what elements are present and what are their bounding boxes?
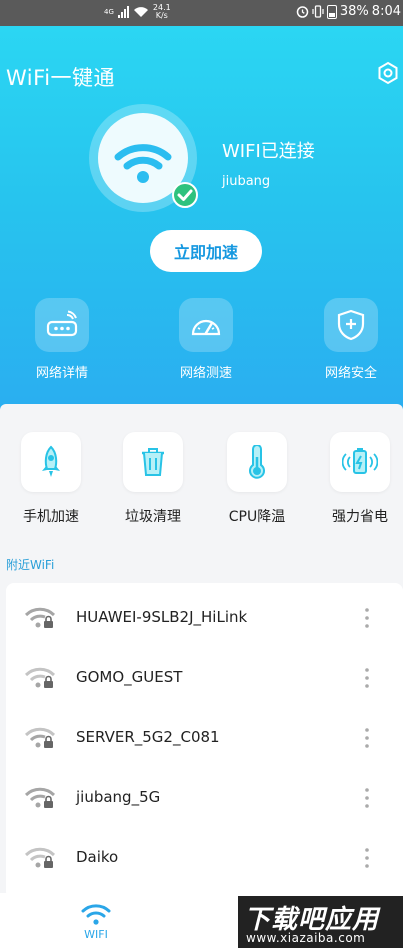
feature-label: 手机加速 [23,509,79,525]
battery-icon [326,4,337,19]
speed-unit: K/s [155,11,168,20]
settings-icon[interactable] [376,61,400,85]
wifi-name: GOMO_GUEST [76,668,183,686]
feature-label: 垃圾清理 [125,509,181,525]
tool-network-security[interactable]: 网络安全 [311,298,391,381]
status-right: 38% 8:04 [296,4,401,19]
nearby-wifi-list: HUAWEI-9SLB2J_HiLink GOMO_GUEST SERVER_5… [6,583,403,899]
more-vertical-icon[interactable] [362,787,372,809]
network-type-label: 4G [104,8,114,16]
feature-power-save[interactable]: 强力省电 [320,432,400,526]
network-speed: 24.1 K/s [153,4,171,20]
wifi-locked-icon [24,667,56,688]
nav-tab-wifi[interactable]: WIFI [76,901,116,941]
status-left: 4G 24.1 K/s [104,4,171,20]
wifi-name: jiubang_5G [76,788,161,806]
wifi-locked-icon [24,607,56,628]
alarm-icon [296,6,309,18]
wifi-name: SERVER_5G2_C081 [76,728,220,746]
connection-status: WIFI已连接 [222,141,315,162]
router-icon [35,298,89,352]
more-vertical-icon[interactable] [362,847,372,869]
status-bar: 4G 24.1 K/s 38% 8:04 [0,0,403,26]
feature-cpu-cool[interactable]: CPU降温 [217,432,297,526]
speedometer-icon [179,298,233,352]
feature-label: 强力省电 [332,509,388,525]
battery-saver-icon [330,432,390,492]
wifi-list-item[interactable]: jiubang_5G [6,767,403,827]
wifi-list-item[interactable]: HUAWEI-9SLB2J_HiLink [6,587,403,647]
wifi-list-item[interactable]: GOMO_GUEST [6,647,403,707]
boost-button[interactable]: 立即加速 [150,230,262,272]
watermark-url: www.xiazaiba.com [246,931,366,945]
tool-label: 网络测速 [179,366,232,381]
clock: 8:04 [371,4,401,19]
feature-phone-boost[interactable]: 手机加速 [11,432,91,526]
wifi-locked-icon [24,847,56,868]
nearby-wifi-heading: 附近WiFi [6,558,55,572]
wifi-locked-icon [24,727,56,748]
wifi-list-item[interactable]: SERVER_5G2_C081 [6,707,403,767]
app-title: WiFi一键通 [6,66,116,90]
connected-ssid: jiubang [222,174,271,189]
more-vertical-icon[interactable] [362,667,372,689]
more-vertical-icon[interactable] [362,607,372,629]
wifi-tab-icon [81,904,111,925]
tool-label: 网络详情 [35,366,88,381]
battery-percent: 38% [339,4,369,19]
feature-label: CPU降温 [228,509,286,525]
trash-icon [123,432,183,492]
thermometer-icon [227,432,287,492]
vibrate-icon [312,5,324,18]
more-vertical-icon[interactable] [362,727,372,749]
feature-junk-clean[interactable]: 垃圾清理 [113,432,193,526]
wifi-locked-icon [24,787,56,808]
connected-check-icon [172,182,198,208]
nav-tab-label: WIFI [84,928,108,941]
wifi-name: HUAWEI-9SLB2J_HiLink [76,608,248,626]
shield-plus-icon [324,298,378,352]
rocket-icon [21,432,81,492]
cell-signal-icon [117,6,129,18]
hero-section: WiFi一键通 WIFI已连接 jiubang 立即加速 网络详情 网络测速 网… [0,26,403,410]
watermark-logo: 下载吧应用 www.xiazaiba.com [238,896,403,948]
tool-network-details[interactable]: 网络详情 [22,298,102,381]
tool-speed-test[interactable]: 网络测速 [166,298,246,381]
tool-label: 网络安全 [324,366,377,381]
wifi-status-icon [133,7,148,17]
wifi-name: Daiko [76,848,119,866]
wifi-list-item[interactable]: Daiko [6,827,403,887]
